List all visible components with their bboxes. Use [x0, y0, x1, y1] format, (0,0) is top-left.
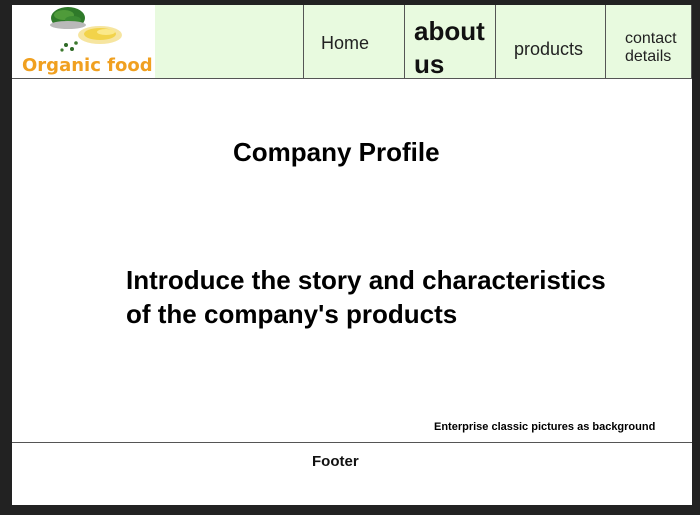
- top-navigation: Organic food Home about us products cont…: [12, 5, 692, 79]
- nav-item-contact-details-label: contact details: [625, 30, 677, 65]
- intro-text: Introduce the story and characteristics …: [126, 265, 606, 329]
- footer-label: Footer: [312, 453, 359, 470]
- logo-text: Organic food: [22, 55, 153, 76]
- nav-item-products-label: products: [514, 39, 584, 59]
- footer: Footer: [12, 442, 692, 505]
- background-note: Enterprise classic pictures as backgroun…: [434, 421, 656, 433]
- nav-item-about-us-label: about us: [414, 16, 485, 79]
- nav-item-home-label: Home: [321, 33, 370, 53]
- nav-item-home[interactable]: Home: [304, 5, 405, 78]
- nav-item-products[interactable]: products: [496, 5, 606, 78]
- nav-item-contact-details[interactable]: contact details: [606, 5, 692, 78]
- page-title: Company Profile: [233, 137, 440, 167]
- nav-item-empty[interactable]: [155, 5, 304, 78]
- organic-food-logo-icon: [50, 7, 122, 52]
- nav-item-about-us[interactable]: about us: [405, 5, 496, 79]
- page: Organic food Home about us products cont…: [12, 5, 692, 505]
- logo[interactable]: Organic food: [12, 5, 156, 78]
